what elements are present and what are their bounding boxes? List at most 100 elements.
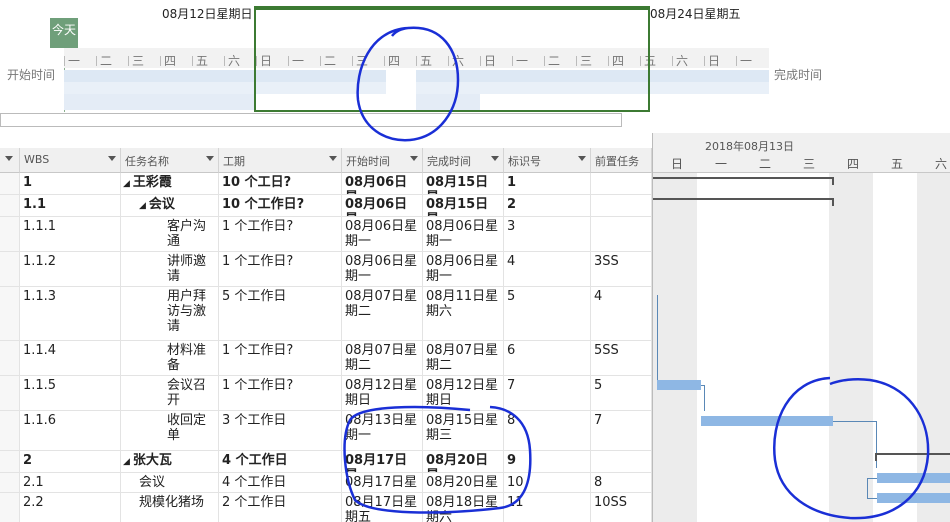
cell-pred[interactable]: 5 <box>591 376 652 411</box>
cell-id[interactable]: 7 <box>504 376 591 411</box>
cell-name[interactable]: ◢ 王彩霞 <box>121 173 219 195</box>
cell-finish[interactable]: 08月06日星期一 <box>423 217 504 252</box>
cell-start[interactable]: 08月07日星期二 <box>342 287 423 341</box>
cell-wbs[interactable]: 1.1.5 <box>20 376 121 411</box>
cell-name[interactable]: ◢ 张大瓦 <box>121 451 219 473</box>
task-bar[interactable] <box>657 380 701 390</box>
column-header-wbs[interactable]: WBS <box>20 148 121 173</box>
cell-name[interactable]: 规模化猪场 <box>121 493 219 522</box>
cell-id[interactable]: 5 <box>504 287 591 341</box>
cell-pred[interactable]: 7 <box>591 411 652 451</box>
cell-wbs[interactable]: 2.1 <box>20 473 121 493</box>
column-header-predecessors[interactable]: 前置任务 <box>591 148 652 173</box>
cell-wbs[interactable]: 1.1.2 <box>20 252 121 287</box>
cell-id[interactable]: 1 <box>504 173 591 195</box>
cell-id[interactable]: 8 <box>504 411 591 451</box>
row-selector[interactable] <box>0 341 20 376</box>
cell-id[interactable]: 4 <box>504 252 591 287</box>
cell-duration[interactable]: 1 个工作日? <box>219 341 342 376</box>
cell-pred[interactable] <box>591 451 652 473</box>
column-header-finish[interactable]: 完成时间 <box>423 148 504 173</box>
cell-finish[interactable]: 08月20日星 <box>423 473 504 493</box>
cell-start[interactable]: 08月06日星期一 <box>342 217 423 252</box>
cell-finish[interactable]: 08月12日星期日 <box>423 376 504 411</box>
task-bar[interactable] <box>877 493 950 503</box>
cell-start[interactable]: 08月06日星 <box>342 195 423 217</box>
cell-duration[interactable]: 1 个工作日? <box>219 252 342 287</box>
cell-start[interactable]: 08月12日星期日 <box>342 376 423 411</box>
timeline-view[interactable]: 08月12日星期日 08月24日星期五 今天 开始时间 完成时间 一 二 三 四 五 六 日… <box>0 0 950 115</box>
cell-name[interactable]: 会议 <box>121 473 219 493</box>
row-selector[interactable] <box>0 411 20 451</box>
cell-start[interactable]: 08月17日星 <box>342 473 423 493</box>
cell-duration[interactable]: 5 个工作日 <box>219 287 342 341</box>
row-selector[interactable] <box>0 376 20 411</box>
cell-duration[interactable]: 1 个工作日? <box>219 376 342 411</box>
task-bar[interactable] <box>877 473 950 483</box>
cell-finish[interactable]: 08月15日星 <box>423 195 504 217</box>
cell-duration[interactable]: 10 个工作日? <box>219 195 342 217</box>
summary-bar[interactable] <box>875 453 950 455</box>
cell-id[interactable]: 2 <box>504 195 591 217</box>
cell-id[interactable]: 9 <box>504 451 591 473</box>
cell-name[interactable]: 客户沟通 <box>121 217 219 252</box>
row-selector[interactable] <box>0 195 20 217</box>
cell-wbs[interactable]: 1.1.6 <box>20 411 121 451</box>
cell-id[interactable]: 3 <box>504 217 591 252</box>
column-header-start[interactable]: 开始时间 <box>342 148 423 173</box>
cell-wbs[interactable]: 1.1.4 <box>20 341 121 376</box>
cell-duration[interactable]: 2 个工作日 <box>219 493 342 522</box>
cell-wbs[interactable]: 1.1.1 <box>20 217 121 252</box>
cell-name[interactable]: 会议召开 <box>121 376 219 411</box>
cell-duration[interactable]: 3 个工作日 <box>219 411 342 451</box>
cell-start[interactable]: 08月17日星 <box>342 451 423 473</box>
collapse-triangle-icon[interactable]: ◢ <box>123 457 130 467</box>
cell-start[interactable]: 08月07日星期二 <box>342 341 423 376</box>
gantt-chart[interactable]: 2018年08月13日 日 一 二 三 四 五 六 <box>652 133 950 522</box>
cell-id[interactable]: 11 <box>504 493 591 522</box>
cell-pred[interactable]: 4 <box>591 287 652 341</box>
cell-duration[interactable]: 10 个工日? <box>219 173 342 195</box>
cell-start[interactable]: 08月06日星期一 <box>342 252 423 287</box>
cell-pred[interactable]: 5SS <box>591 341 652 376</box>
cell-name[interactable]: 用户拜访与激请 <box>121 287 219 341</box>
row-selector[interactable] <box>0 173 20 195</box>
row-selector-header[interactable] <box>0 148 20 173</box>
cell-finish[interactable]: 08月15日星期三 <box>423 411 504 451</box>
cell-start[interactable]: 08月13日星期一 <box>342 411 423 451</box>
cell-pred[interactable]: 8 <box>591 473 652 493</box>
collapse-triangle-icon[interactable]: ◢ <box>123 179 130 189</box>
cell-duration[interactable]: 4 个工作日 <box>219 451 342 473</box>
cell-wbs[interactable]: 1.1 <box>20 195 121 217</box>
cell-name[interactable]: ◢ 会议 <box>121 195 219 217</box>
cell-wbs[interactable]: 2 <box>20 451 121 473</box>
cell-wbs[interactable]: 2.2 <box>20 493 121 522</box>
row-selector[interactable] <box>0 252 20 287</box>
column-header-task-name[interactable]: 任务名称 <box>121 148 219 173</box>
cell-finish[interactable]: 08月07日星期二 <box>423 341 504 376</box>
summary-bar[interactable] <box>653 198 834 200</box>
cell-pred[interactable] <box>591 195 652 217</box>
cell-pred[interactable] <box>591 217 652 252</box>
cell-finish[interactable]: 08月06日星期一 <box>423 252 504 287</box>
cell-finish[interactable]: 08月20日星 <box>423 451 504 473</box>
cell-start[interactable]: 08月06日星 <box>342 173 423 195</box>
cell-id[interactable]: 6 <box>504 341 591 376</box>
cell-pred[interactable] <box>591 173 652 195</box>
cell-id[interactable]: 10 <box>504 473 591 493</box>
task-bar[interactable] <box>701 416 833 426</box>
cell-finish[interactable]: 08月11日星期六 <box>423 287 504 341</box>
cell-name[interactable]: 材料准备 <box>121 341 219 376</box>
cell-name[interactable]: 收回定单 <box>121 411 219 451</box>
row-selector[interactable] <box>0 287 20 341</box>
collapse-triangle-icon[interactable]: ◢ <box>139 201 146 211</box>
cell-pred[interactable]: 10SS <box>591 493 652 522</box>
column-header-duration[interactable]: 工期 <box>219 148 342 173</box>
cell-finish[interactable]: 08月15日星 <box>423 173 504 195</box>
cell-wbs[interactable]: 1.1.3 <box>20 287 121 341</box>
column-header-id[interactable]: 标识号 <box>504 148 591 173</box>
cell-finish[interactable]: 08月18日星期六 <box>423 493 504 522</box>
cell-start[interactable]: 08月17日星期五 <box>342 493 423 522</box>
cell-pred[interactable]: 3SS <box>591 252 652 287</box>
cell-name[interactable]: 讲师邀请 <box>121 252 219 287</box>
